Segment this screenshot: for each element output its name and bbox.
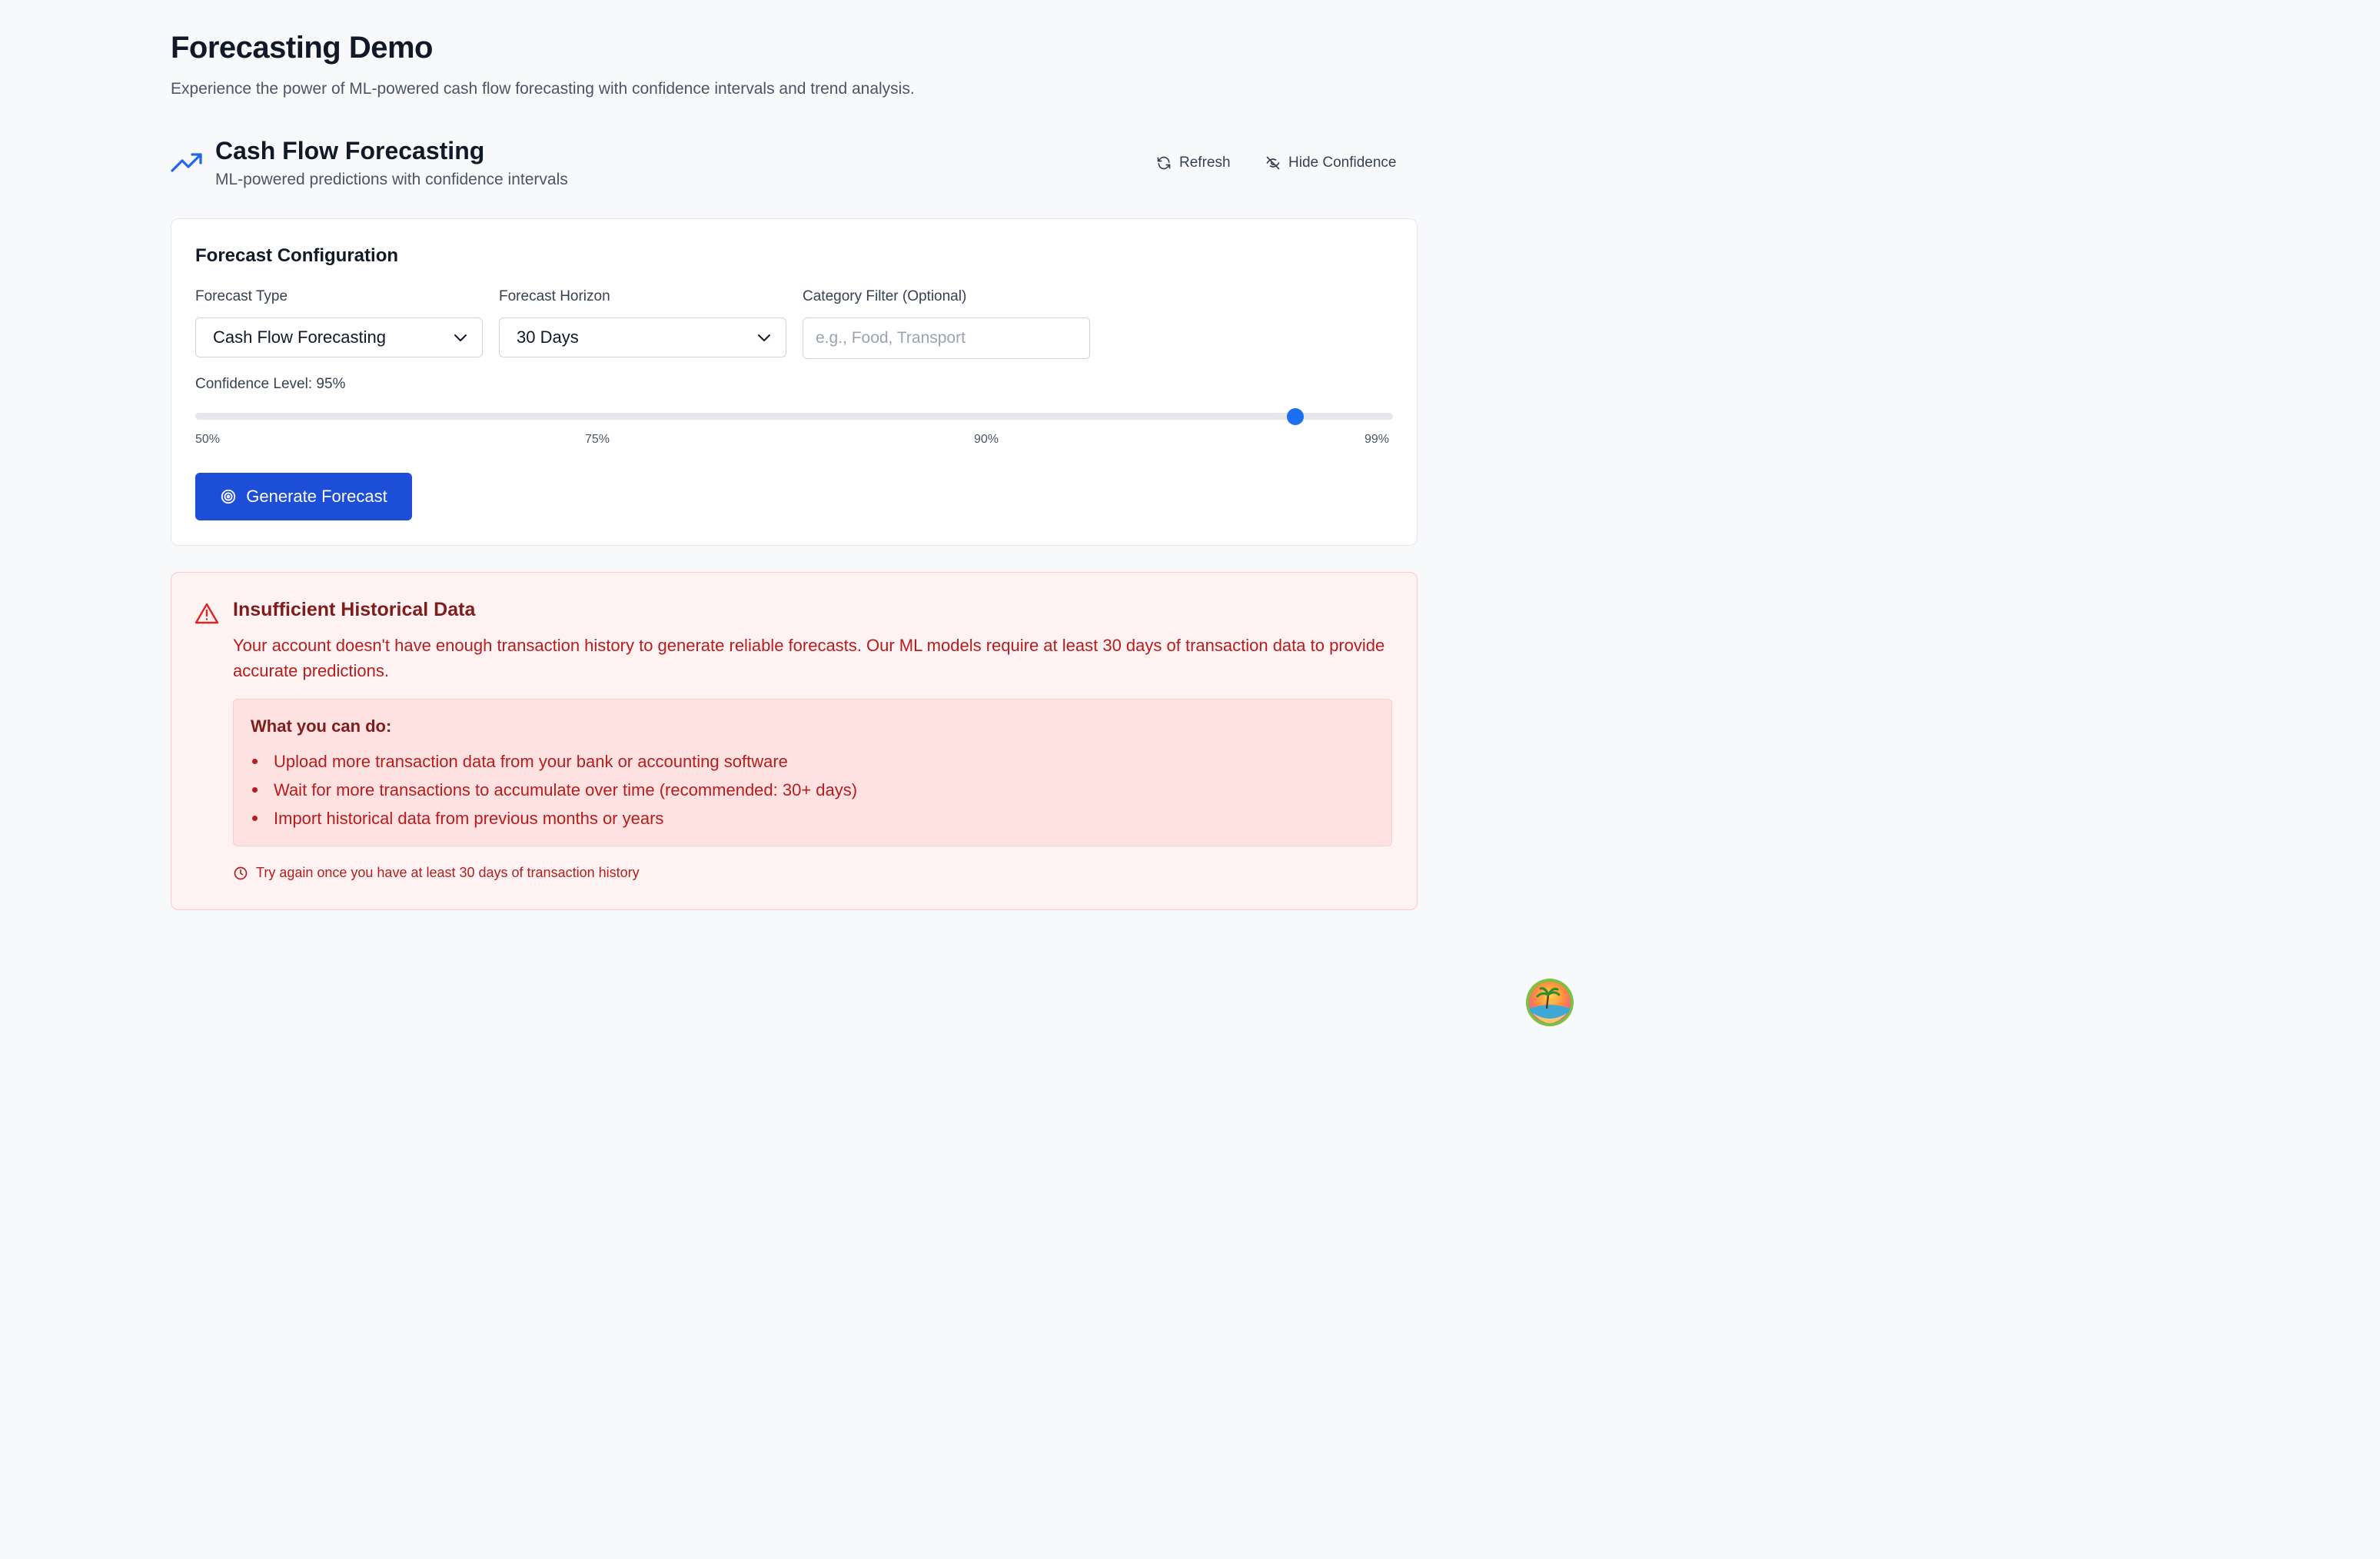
forecast-configuration-card: Forecast Configuration Forecast Type Cas… <box>171 218 1418 546</box>
alert-message: Your account doesn't have enough transac… <box>233 636 1385 680</box>
insufficient-data-alert: Insufficient Historical Data Your accoun… <box>171 572 1418 910</box>
bullet-icon <box>252 816 258 821</box>
section-title: Cash Flow Forecasting <box>215 137 485 165</box>
clock-icon <box>234 866 248 879</box>
confidence-slider-track[interactable] <box>195 413 1393 420</box>
forecast-horizon-label: Forecast Horizon <box>499 288 610 304</box>
category-filter-input[interactable] <box>803 317 1090 359</box>
section-subtitle: ML-powered predictions with confidence i… <box>215 171 568 188</box>
bullet-icon <box>252 787 258 793</box>
category-filter-label: Category Filter (Optional) <box>803 288 967 304</box>
slider-tick-99: 99% <box>1365 433 1390 446</box>
retry-text: Try again once you have at least 30 days… <box>256 865 640 880</box>
retry-note: Try again once you have at least 30 days… <box>233 865 640 881</box>
suggestions-heading: What you can do: <box>251 716 392 736</box>
chevron-down-icon <box>454 334 467 341</box>
trending-up-icon <box>171 153 202 172</box>
eye-off-icon <box>1266 156 1280 170</box>
target-icon <box>221 489 236 504</box>
page-subtitle: Experience the power of ML-powered cash … <box>171 80 915 98</box>
forecast-horizon-select[interactable]: 30 Days <box>499 317 786 357</box>
list-item: Wait for more transactions to accumulate… <box>251 776 857 804</box>
warning-triangle-icon <box>194 603 219 624</box>
generate-forecast-button[interactable]: Generate Forecast <box>195 473 412 520</box>
confidence-slider-thumb[interactable] <box>1286 408 1304 425</box>
forecast-horizon-value: 30 Days <box>517 327 579 347</box>
list-item: Upload more transaction data from your b… <box>251 747 857 776</box>
slider-tick-75: 75% <box>585 433 610 446</box>
page-title: Forecasting Demo <box>171 31 433 65</box>
hide-confidence-button[interactable]: Hide Confidence <box>1265 149 1396 177</box>
list-item: Import historical data from previous mon… <box>251 804 857 833</box>
bullet-icon <box>252 759 258 764</box>
confidence-level-label: Confidence Level: 95% <box>195 376 346 392</box>
generate-forecast-label: Generate Forecast <box>246 487 387 506</box>
suggestion-text: Wait for more transactions to accumulate… <box>274 780 858 799</box>
suggestions-list: Upload more transaction data from your b… <box>251 747 857 833</box>
forecast-type-label: Forecast Type <box>195 288 288 304</box>
page: Forecasting Demo Experience the power of… <box>0 0 2380 1559</box>
slider-tick-90: 90% <box>974 433 999 446</box>
floating-avatar-icon[interactable] <box>1525 978 1574 1027</box>
card-title: Forecast Configuration <box>195 245 399 266</box>
refresh-icon <box>1157 156 1171 170</box>
refresh-label: Refresh <box>1179 155 1231 171</box>
forecast-type-value: Cash Flow Forecasting <box>213 327 386 347</box>
suggestion-text: Import historical data from previous mon… <box>274 809 664 828</box>
hide-confidence-label: Hide Confidence <box>1288 155 1397 171</box>
alert-title: Insufficient Historical Data <box>233 599 476 620</box>
forecasting-header: Cash Flow Forecasting ML-powered predict… <box>171 135 1418 191</box>
chevron-down-icon <box>758 334 770 341</box>
refresh-button[interactable]: Refresh <box>1156 149 1231 177</box>
suggestions-box: What you can do: Upload more transaction… <box>233 699 1392 846</box>
suggestion-text: Upload more transaction data from your b… <box>274 752 788 771</box>
slider-tick-50: 50% <box>195 433 221 446</box>
forecast-type-select[interactable]: Cash Flow Forecasting <box>195 317 483 357</box>
